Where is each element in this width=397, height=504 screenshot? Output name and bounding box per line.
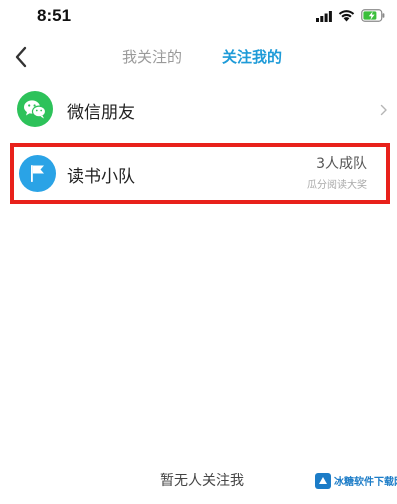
nav-bar: 我关注的 关注我的 — [0, 36, 397, 78]
chevron-left-icon — [15, 46, 27, 68]
chevron-right-icon — [380, 104, 387, 116]
status-bar: 8:51 — [0, 0, 397, 36]
status-time: 8:51 — [37, 6, 72, 25]
wechat-friends-row[interactable]: 微信朋友 — [0, 82, 397, 138]
flag-icon — [19, 155, 56, 192]
book-club-label: 读书小队 — [67, 167, 135, 187]
wifi-icon — [338, 10, 355, 22]
watermark-text: 冰糖软件下载网 — [334, 477, 397, 488]
watermark-logo-icon — [315, 473, 331, 489]
battery-charging-icon — [361, 9, 385, 22]
tab-following[interactable]: 我关注的 — [122, 46, 182, 67]
reward-subtitle: 瓜分阅读大奖 — [307, 180, 367, 191]
tab-followers[interactable]: 关注我的 — [222, 46, 282, 67]
wechat-icon — [17, 91, 53, 127]
wechat-friends-label: 微信朋友 — [67, 103, 135, 123]
empty-state-message: 暂无人关注我 — [160, 473, 244, 489]
watermark: 冰糖软件下载网 — [312, 470, 397, 492]
cellular-signal-icon — [316, 11, 332, 22]
book-club-row[interactable]: 读书小队 3人成队 瓜分阅读大奖 — [0, 143, 397, 205]
back-button[interactable] — [10, 42, 36, 72]
team-status-text: 3人成队 — [316, 156, 367, 172]
